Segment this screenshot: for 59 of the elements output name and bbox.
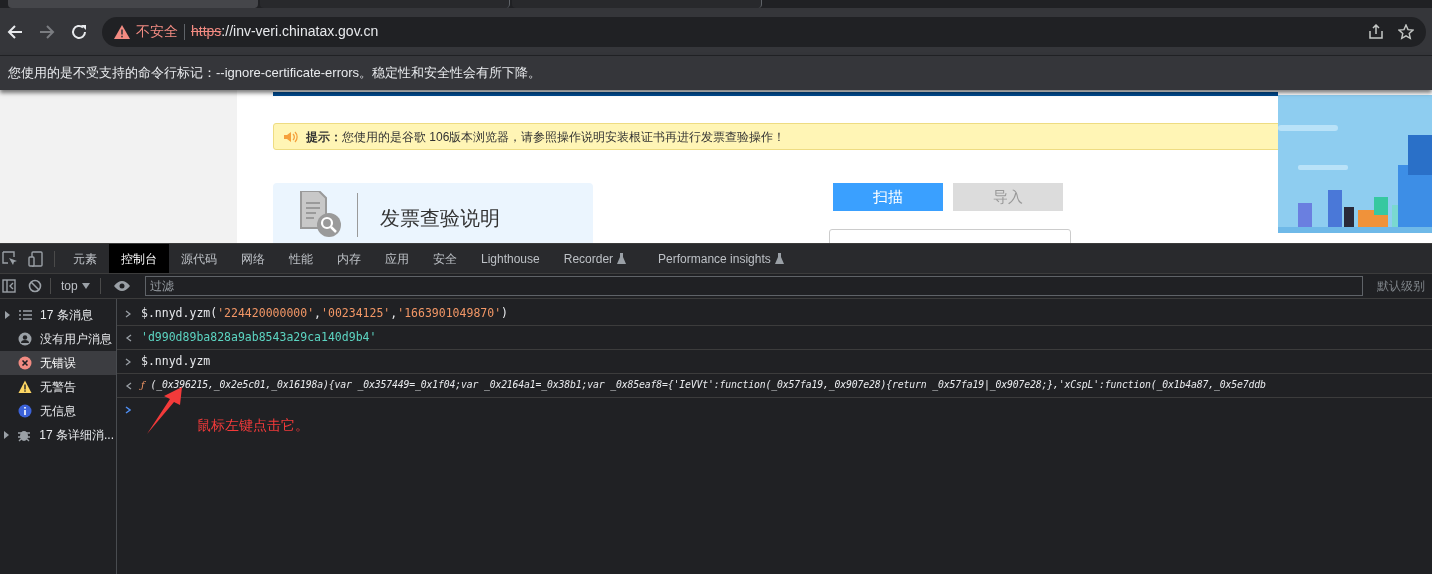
help-card[interactable]: 发票查验说明 — [273, 183, 593, 243]
flask-icon — [617, 253, 627, 264]
sidebar-item[interactable]: 没有用户消息 — [0, 327, 116, 351]
levels-dropdown[interactable]: 默认级别 — [1370, 277, 1425, 295]
caret-icon — [81, 283, 90, 289]
input-field[interactable] — [829, 229, 1071, 243]
chevron-icon — [125, 357, 131, 366]
info-icon — [18, 404, 32, 418]
devtools-tab[interactable]: 安全 — [421, 244, 469, 273]
eye-icon[interactable] — [112, 280, 131, 292]
share-icon[interactable] — [1368, 23, 1384, 40]
devtools-tab[interactable]: 控制台 — [109, 244, 169, 273]
console-line[interactable]: 'd990d89ba828a9ab8543a29ca140d9b4' — [141, 328, 377, 347]
inspect-icon[interactable] — [2, 250, 18, 267]
forward-icon[interactable] — [38, 22, 56, 41]
sidebar-item[interactable]: 无错误 — [0, 351, 116, 375]
back-icon[interactable] — [6, 22, 24, 41]
sidebar-toggle-icon[interactable] — [2, 279, 16, 293]
security-label: 不安全 — [136, 22, 178, 41]
sidebar-item[interactable]: 无信息 — [0, 399, 116, 423]
filter-field[interactable]: 过滤 — [144, 276, 1363, 296]
reload-icon[interactable] — [70, 22, 88, 41]
flask-icon — [774, 253, 784, 264]
console-line: $.nnyd.yzm — [141, 352, 211, 370]
devtools-tab[interactable]: 性能 — [277, 244, 325, 273]
devtools-tab[interactable]: 应用 — [373, 244, 421, 273]
help-card-title: 发票查验说明 — [380, 206, 500, 231]
speaker-icon — [284, 130, 298, 143]
bug-icon — [17, 428, 32, 442]
clear-icon[interactable] — [28, 279, 42, 293]
notice-text: 提示：您使用的是谷歌 106版本浏览器，请参照操作说明安装根证书再进行发票查验操作！ — [306, 128, 786, 146]
infobar-message: 您使用的是不受支持的命令行标记：--ignore-certificate-errors。稳定性和安全性会有所下降。 — [8, 64, 542, 83]
device-icon[interactable] — [28, 250, 44, 267]
devtools-tab[interactable]: Lighthouse — [469, 244, 552, 273]
devtools-tab[interactable]: 元素 — [61, 244, 109, 273]
warning-icon — [114, 24, 130, 39]
error-icon — [18, 356, 32, 370]
context-dropdown[interactable]: top — [59, 277, 92, 295]
devtools-tab[interactable]: 网络 — [229, 244, 277, 273]
devtools-tab[interactable]: 源代码 — [169, 244, 229, 273]
console-line: $.nnyd.yzm('224420000000','00234125','1663901049870') — [141, 304, 509, 322]
console-line[interactable]: ƒ (_0x396215,_0x2e5c01,_0x16198a){var _0x357449=_0x1f04;var _0x2164a1=_0x38b1;var _0x85eaf8={'IeVVt':function(_0x57fa19,_0x907e28){return _0x57fa19|_0x907e28;},'xCspL':function(_0x1b4a87,_0x5e7ddb — [141, 378, 1266, 393]
annotation-text: 鼠标左键点击它。 — [197, 416, 309, 435]
expand-arrow-icon — [4, 311, 10, 319]
warning-icon — [18, 380, 32, 394]
url-text: https://inv-veri.chinatax.gov.cn — [191, 22, 379, 41]
expand-arrow-icon — [4, 431, 10, 439]
user-icon — [18, 332, 32, 346]
star-icon[interactable] — [1398, 23, 1414, 40]
prompt-icon[interactable] — [125, 406, 131, 414]
list-icon — [18, 308, 32, 322]
devtools-tab[interactable]: Recorder — [551, 244, 639, 273]
sidebar-item[interactable]: 无警告 — [0, 375, 116, 399]
sidebar-item[interactable]: 17 条消息 — [0, 303, 116, 327]
chevron-icon — [125, 309, 131, 318]
devtools-tab[interactable]: Performance insights — [646, 244, 796, 273]
address-bar[interactable]: 不安全 https://inv-veri.chinatax.gov.cn — [102, 16, 1426, 47]
sidebar-item[interactable]: 17 条详细消... — [0, 423, 116, 447]
devtools-tab[interactable]: 内存 — [325, 244, 373, 273]
